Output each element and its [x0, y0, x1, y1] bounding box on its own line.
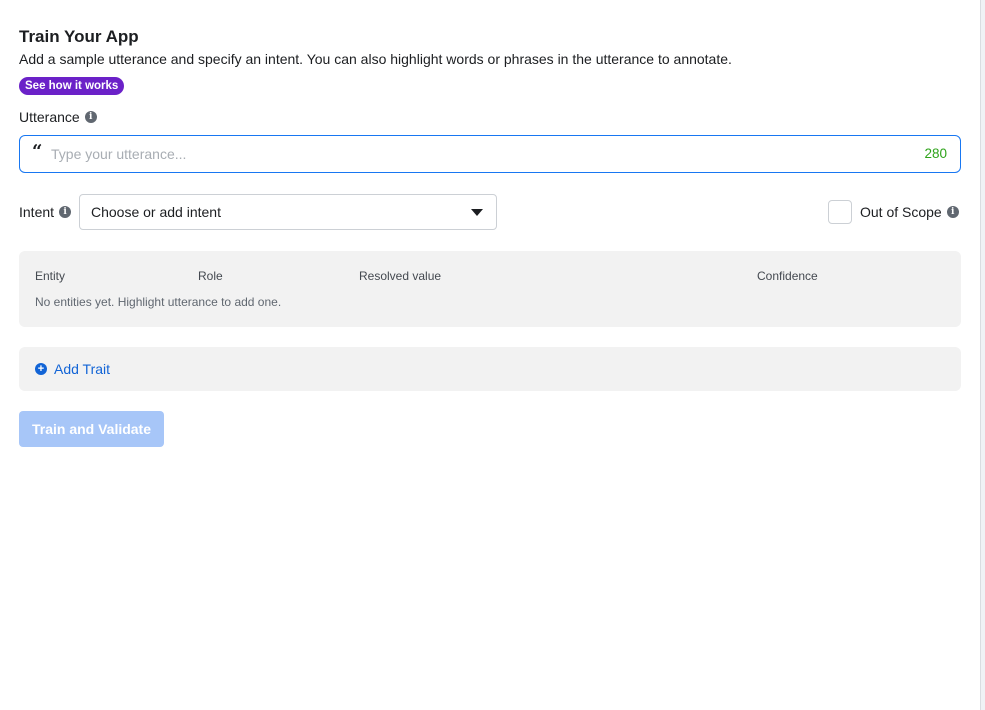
utterance-field[interactable]: “ 280: [19, 135, 961, 173]
out-of-scope-checkbox[interactable]: [828, 200, 852, 224]
intent-selected-value: Choose or add intent: [91, 204, 221, 220]
quote-icon: “: [32, 141, 43, 162]
info-icon[interactable]: i: [59, 206, 72, 218]
out-of-scope-label-row: Out of Scope i: [860, 204, 959, 220]
column-header-resolved-value: Resolved value: [359, 269, 442, 283]
page-title: Train Your App: [19, 27, 139, 46]
intent-label: Intent: [19, 204, 55, 220]
plus-circle-icon: +: [35, 363, 47, 375]
see-how-it-works-badge[interactable]: See how it works: [19, 77, 125, 95]
entities-table: Entity Role Resolved value Confidence No…: [19, 251, 961, 327]
out-of-scope-label: Out of Scope: [860, 204, 942, 220]
entities-empty-message: No entities yet. Highlight utterance to …: [35, 295, 282, 309]
column-header-role: Role: [198, 269, 223, 283]
column-header-entity: Entity: [35, 269, 66, 283]
caret-down-icon[interactable]: [471, 209, 483, 216]
traits-section: + Add Trait: [19, 347, 961, 391]
add-trait-label: Add Trait: [54, 361, 111, 377]
utterance-input[interactable]: [51, 144, 891, 164]
utterance-label-row: Utterance i: [19, 109, 97, 125]
intent-select[interactable]: Choose or add intent: [79, 194, 497, 230]
intent-label-row: Intent i: [19, 204, 72, 220]
page-subtitle: Add a sample utterance and specify an in…: [19, 51, 732, 67]
utterance-label: Utterance: [19, 109, 80, 125]
info-icon[interactable]: i: [84, 111, 97, 123]
train-and-validate-button[interactable]: Train and Validate: [19, 411, 164, 447]
character-counter: 280: [924, 146, 947, 161]
info-icon[interactable]: i: [946, 206, 959, 218]
add-trait-button[interactable]: + Add Trait: [35, 361, 110, 377]
column-header-confidence: Confidence: [757, 269, 818, 283]
right-gutter: [981, 0, 985, 710]
train-app-panel: Train Your App Add a sample utterance an…: [0, 0, 981, 710]
